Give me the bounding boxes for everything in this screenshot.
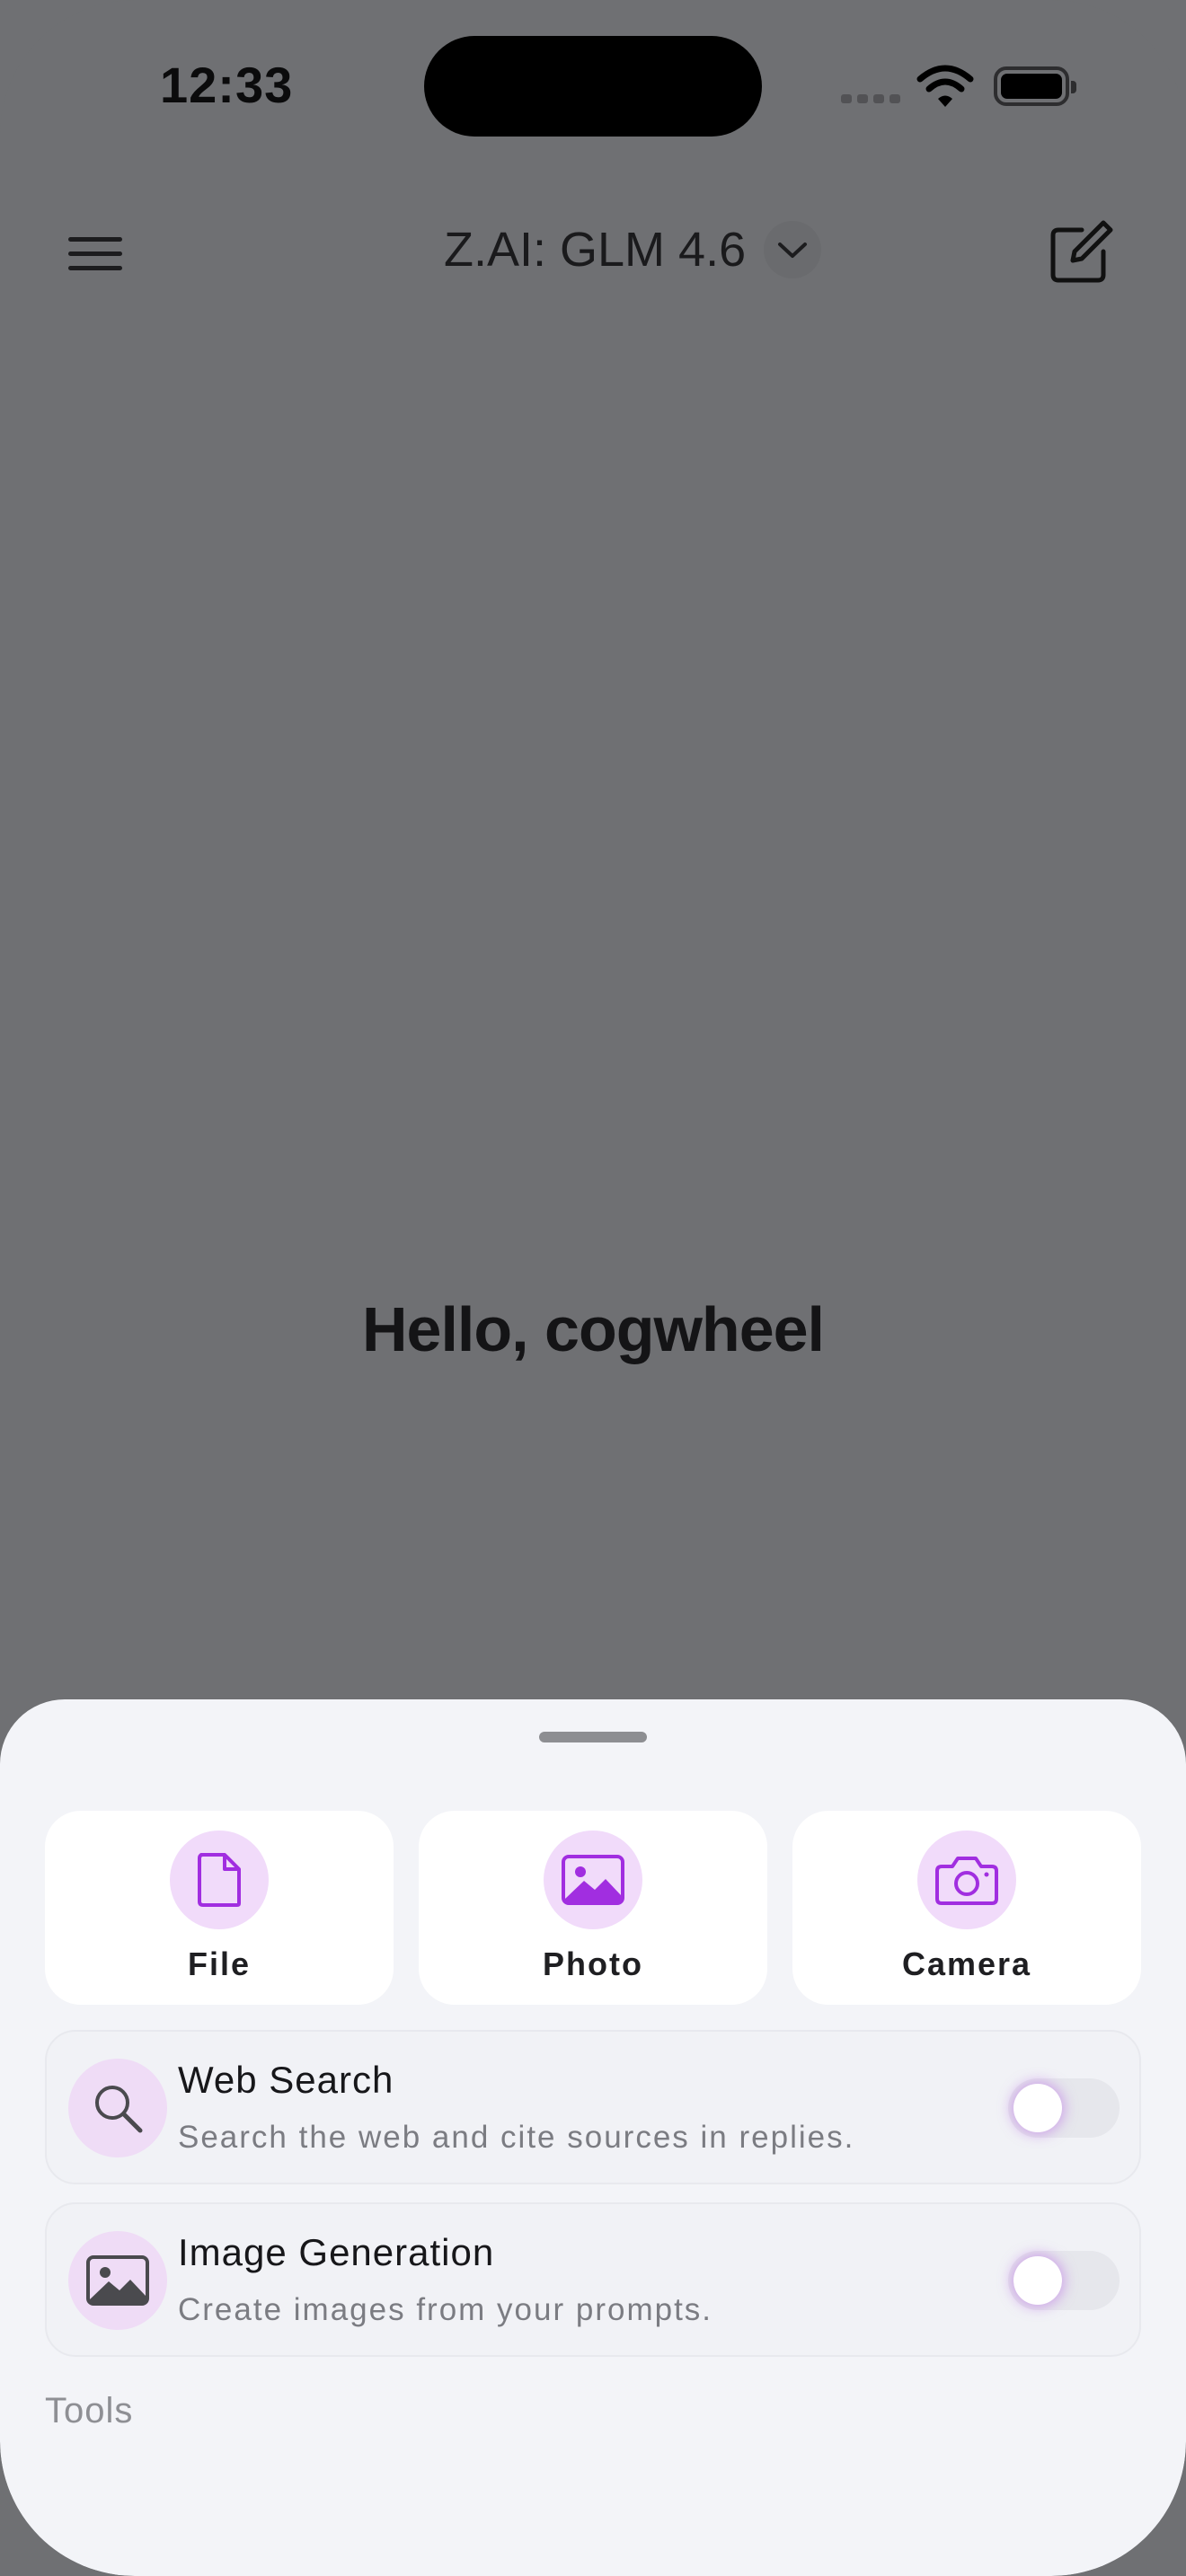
photo-button[interactable]: Photo — [419, 1811, 767, 2005]
tools-section-label: Tools — [45, 2391, 134, 2430]
attachment-options: File Photo Camera — [45, 1811, 1141, 2005]
model-name: Z.AI: GLM 4.6 — [444, 223, 747, 277]
camera-button[interactable]: Camera — [792, 1811, 1141, 2005]
battery-icon — [994, 66, 1076, 106]
search-icon — [68, 2059, 167, 2157]
sheet-grabber[interactable] — [539, 1732, 647, 1742]
camera-icon — [917, 1831, 1016, 1929]
photo-icon — [544, 1831, 642, 1929]
web-search-toggle[interactable] — [1008, 2078, 1120, 2138]
web-search-description: Search the web and cite sources in repli… — [178, 2120, 855, 2155]
image-icon — [68, 2231, 167, 2330]
file-icon — [170, 1831, 269, 1929]
image-generation-row[interactable]: Image Generation Create images from your… — [45, 2202, 1141, 2357]
image-generation-toggle[interactable] — [1008, 2251, 1120, 2310]
camera-label: Camera — [901, 1945, 1032, 1982]
file-label: File — [187, 1945, 251, 1982]
photo-label: Photo — [543, 1945, 643, 1982]
app-screen: 12:33 Z.AI: GLM 4.6 Hello, cogwheel File — [0, 0, 1186, 2576]
wifi-icon — [916, 65, 974, 107]
model-selector[interactable]: Z.AI: GLM 4.6 — [444, 221, 822, 278]
web-search-title: Web Search — [178, 2059, 394, 2101]
file-button[interactable]: File — [45, 1811, 394, 2005]
chevron-down-icon — [764, 221, 822, 278]
cellular-signal-icon — [841, 94, 900, 103]
image-generation-description: Create images from your prompts. — [178, 2292, 713, 2327]
web-search-row[interactable]: Web Search Search the web and cite sourc… — [45, 2030, 1141, 2184]
greeting-text: Hello, cogwheel — [362, 1294, 825, 1364]
dynamic-island — [424, 36, 762, 137]
menu-button[interactable] — [63, 232, 128, 277]
status-time: 12:33 — [160, 57, 294, 113]
image-generation-title: Image Generation — [178, 2231, 495, 2273]
attachment-sheet: File Photo Camera Web Search Search the … — [0, 1699, 1186, 2576]
new-chat-icon[interactable] — [1046, 219, 1114, 287]
